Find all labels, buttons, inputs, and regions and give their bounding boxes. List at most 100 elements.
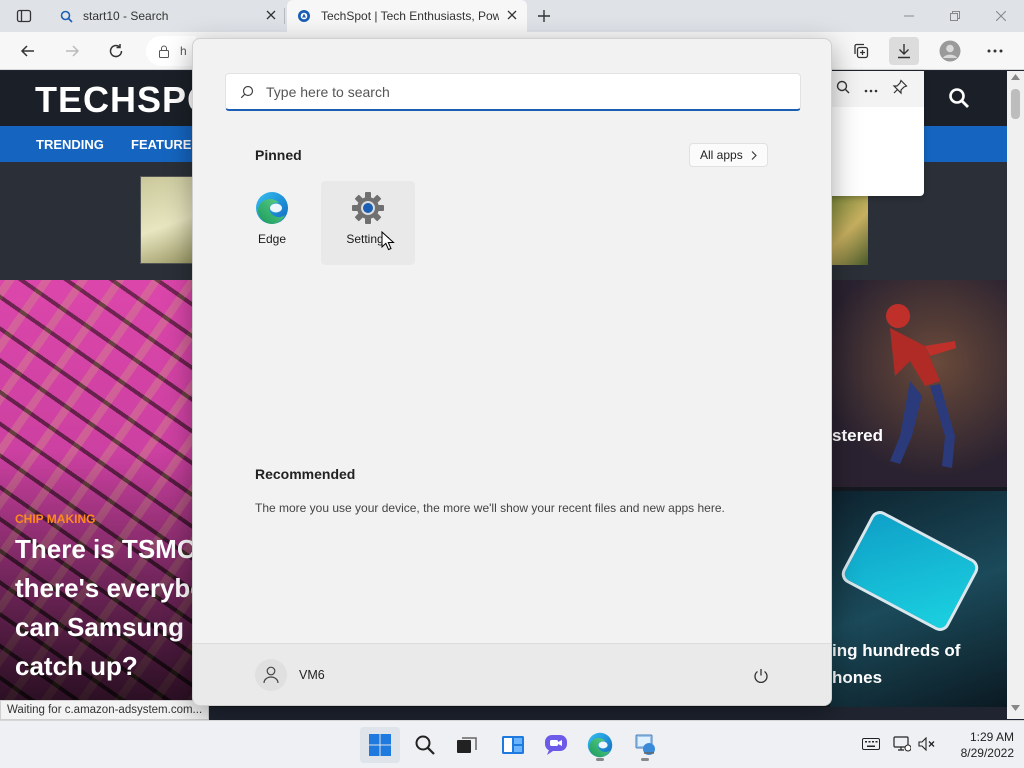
close-tab-icon[interactable] bbox=[266, 9, 276, 23]
running-indicator bbox=[641, 758, 649, 761]
start-menu: Pinned All apps Edge bbox=[192, 38, 832, 706]
refresh-button[interactable] bbox=[102, 37, 130, 65]
collections-icon bbox=[854, 43, 869, 59]
task-view-icon bbox=[457, 737, 477, 753]
tab-actions-button[interactable] bbox=[8, 4, 40, 28]
volume-tray-button[interactable] bbox=[916, 733, 938, 755]
new-tab-button[interactable] bbox=[532, 4, 556, 28]
volume-muted-icon bbox=[918, 737, 935, 751]
search-icon bbox=[949, 88, 969, 108]
scroll-up-icon[interactable] bbox=[1011, 74, 1020, 80]
tab-actions-icon bbox=[16, 9, 32, 23]
tab-start10-search[interactable]: start10 - Search bbox=[48, 0, 284, 32]
network-tray-button[interactable] bbox=[891, 733, 913, 755]
pin-icon[interactable] bbox=[892, 78, 908, 100]
task-view-button[interactable] bbox=[447, 727, 487, 763]
nav-item-trending[interactable]: TRENDING bbox=[36, 137, 104, 152]
chat-icon bbox=[545, 735, 567, 755]
chat-button[interactable] bbox=[536, 727, 576, 763]
headline-line: can Samsung c bbox=[15, 612, 205, 642]
avatar bbox=[255, 659, 287, 691]
all-apps-label: All apps bbox=[700, 148, 743, 162]
windows-logo-icon bbox=[369, 734, 391, 756]
power-button[interactable] bbox=[747, 662, 775, 690]
tab-title: start10 - Search bbox=[83, 9, 169, 23]
widgets-button[interactable] bbox=[493, 727, 533, 763]
scroll-down-icon[interactable] bbox=[1011, 705, 1020, 711]
taskbar-edge-button[interactable] bbox=[580, 727, 620, 763]
restore-icon bbox=[950, 11, 960, 21]
downloads-button[interactable] bbox=[889, 37, 919, 65]
article-headline[interactable]: stered bbox=[832, 426, 883, 446]
site-search-button[interactable] bbox=[948, 87, 970, 114]
more-dots-icon[interactable] bbox=[864, 80, 878, 98]
widgets-icon bbox=[502, 736, 524, 754]
ad-image[interactable] bbox=[140, 176, 194, 264]
power-icon bbox=[754, 669, 768, 683]
tab-title: TechSpot | Tech Enthusiasts, Pow bbox=[321, 9, 499, 23]
headline-line: catch up? bbox=[15, 651, 138, 681]
taskbar-app-button[interactable] bbox=[625, 727, 665, 763]
edge-icon bbox=[587, 732, 613, 758]
start-footer: VM6 bbox=[193, 643, 831, 705]
forward-arrow-icon bbox=[66, 45, 80, 57]
keyboard-tray-button[interactable] bbox=[860, 733, 882, 755]
article-category[interactable]: CHIP MAKING bbox=[15, 512, 95, 526]
plus-icon bbox=[538, 10, 550, 22]
headline-line: ing hundreds of bbox=[832, 641, 961, 660]
site-logo[interactable]: TECHSPO bbox=[35, 79, 216, 121]
page-scrollbar[interactable] bbox=[1007, 71, 1024, 719]
tab-techspot[interactable]: TechSpot | Tech Enthusiasts, Pow bbox=[287, 0, 527, 32]
close-tab-icon[interactable] bbox=[507, 9, 517, 23]
chevron-right-icon bbox=[751, 150, 757, 160]
article-headline[interactable]: There is TSMC there's everybo can Samsun… bbox=[15, 530, 205, 686]
minimize-icon bbox=[904, 15, 914, 17]
address-bar[interactable]: h bbox=[146, 36, 196, 66]
back-button[interactable] bbox=[14, 37, 42, 65]
collections-button[interactable] bbox=[846, 37, 876, 65]
headline-line: There is TSMC bbox=[15, 534, 196, 564]
search-icon[interactable] bbox=[836, 80, 850, 99]
forward-button[interactable] bbox=[58, 37, 86, 65]
status-bar: Waiting for c.amazon-adsystem.com... bbox=[0, 700, 210, 720]
minimize-button[interactable] bbox=[886, 0, 932, 32]
nav-item-features[interactable]: FEATURES bbox=[131, 137, 200, 152]
recommended-empty-text: The more you use your device, the more w… bbox=[255, 501, 725, 515]
running-indicator bbox=[596, 758, 604, 761]
user-icon bbox=[263, 666, 279, 684]
clock[interactable]: 1:29 AM 8/29/2022 bbox=[944, 729, 1014, 761]
headline-line: hones bbox=[832, 668, 883, 687]
tab-divider bbox=[284, 8, 285, 24]
start-search-box[interactable] bbox=[225, 73, 801, 111]
restore-button[interactable] bbox=[932, 0, 978, 32]
clock-time: 1:29 AM bbox=[969, 730, 1014, 744]
clock-date: 8/29/2022 bbox=[960, 746, 1014, 760]
user-account-button[interactable]: VM6 bbox=[255, 659, 325, 691]
settings-gear-icon bbox=[352, 192, 384, 224]
article-headline[interactable]: ing hundreds of hones bbox=[832, 637, 1007, 691]
pinned-app-edge[interactable]: Edge bbox=[225, 181, 319, 265]
spiderman-illustration bbox=[886, 304, 956, 468]
download-icon bbox=[898, 44, 910, 59]
pinned-app-settings[interactable]: Settings bbox=[321, 181, 415, 265]
profile-button[interactable] bbox=[935, 37, 965, 65]
address-text: h bbox=[180, 44, 187, 58]
settings-more-button[interactable] bbox=[980, 37, 1010, 65]
start-button[interactable] bbox=[360, 727, 400, 763]
network-app-icon bbox=[635, 734, 655, 755]
start-search-input[interactable] bbox=[266, 83, 786, 100]
ad-image[interactable] bbox=[830, 195, 868, 265]
techspot-icon bbox=[298, 10, 310, 22]
search-icon bbox=[60, 10, 73, 23]
scrollbar-thumb[interactable] bbox=[1011, 89, 1020, 119]
refresh-icon bbox=[109, 44, 123, 58]
pinned-app-label: Edge bbox=[257, 232, 287, 246]
headline-line: there's everybo bbox=[15, 573, 205, 603]
all-apps-button[interactable]: All apps bbox=[689, 143, 768, 167]
back-arrow-icon bbox=[20, 45, 34, 57]
profile-avatar-icon bbox=[939, 40, 961, 62]
network-icon bbox=[893, 736, 911, 752]
taskbar-search-button[interactable] bbox=[405, 727, 445, 763]
close-window-button[interactable] bbox=[978, 0, 1024, 32]
pinned-heading: Pinned bbox=[255, 147, 302, 163]
